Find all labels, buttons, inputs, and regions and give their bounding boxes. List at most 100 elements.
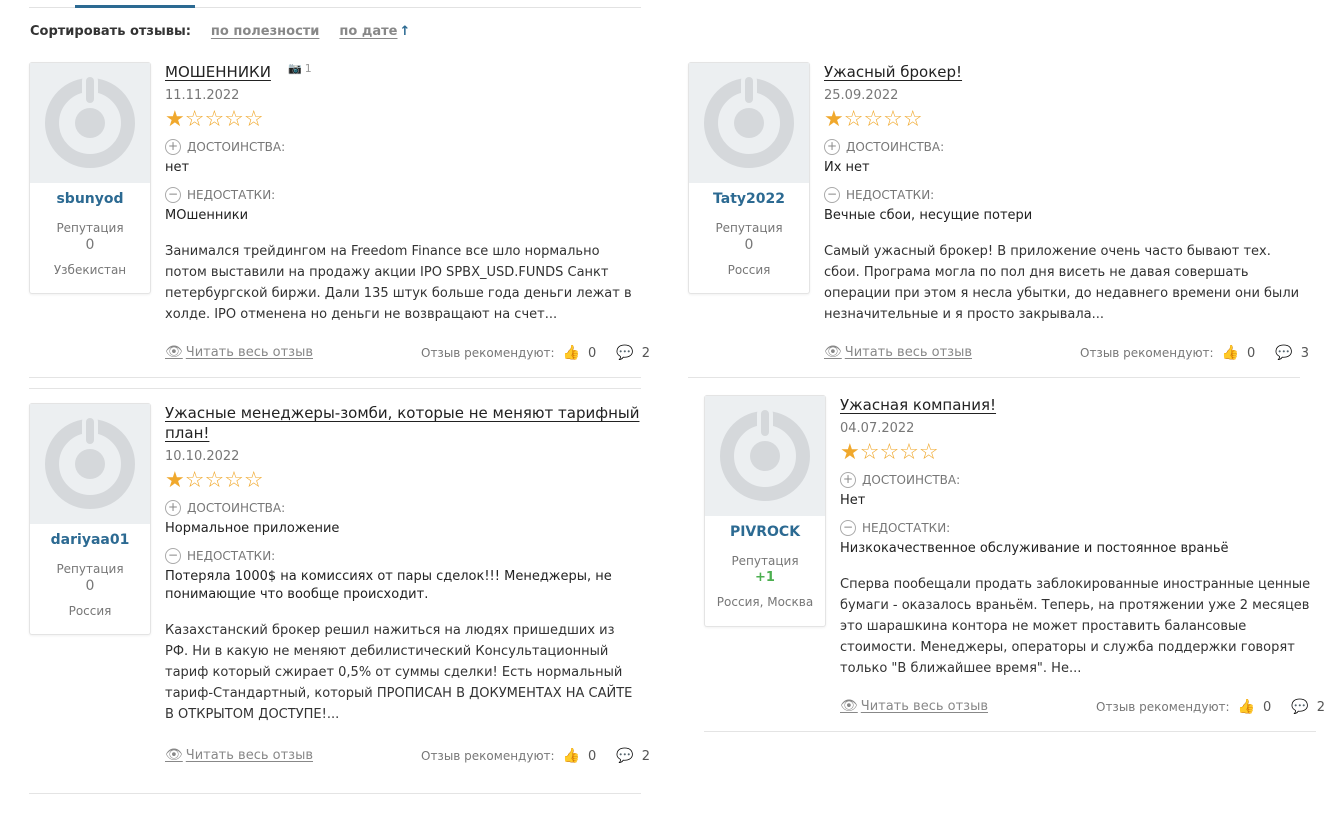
review-text: Сперва пообещали продать заблокированные…: [840, 577, 1311, 676]
star-rating: ★☆☆☆☆: [824, 107, 1300, 133]
cons-text: Потеряла 1000$ на комиссиях от пары сдел…: [165, 569, 612, 602]
avatar[interactable]: [705, 396, 825, 516]
pros-text: Нормальное приложение: [165, 521, 340, 536]
user-card: sbunyod Репутация 0 Узбекистан: [29, 62, 151, 294]
user-location: Узбекистан: [53, 263, 127, 277]
username-link[interactable]: PIVROCK: [705, 524, 825, 540]
pros-text: Нет: [840, 493, 866, 508]
sort-by-usefulness-link[interactable]: по полезности: [211, 24, 320, 39]
recommend-block: Отзыв рекомендуют: 👍 0 💬 2: [1096, 699, 1325, 715]
recommend-block: Отзыв рекомендуют: 👍 0 💬 3: [1080, 345, 1309, 361]
username-link[interactable]: Taty2022: [689, 191, 809, 207]
sort-label: Сортировать отзывы:: [30, 24, 191, 39]
username-link[interactable]: dariyaa01: [30, 532, 150, 548]
comments-count: 2: [641, 748, 651, 764]
comments-count: 2: [641, 345, 651, 361]
star-filled-icon: ★: [840, 440, 860, 465]
recommend-block: Отзыв рекомендуют: 👍 0 💬 2: [421, 345, 650, 361]
camera-icon: 📷: [288, 62, 302, 75]
star-empty-icon: ☆☆☆☆: [184, 468, 264, 493]
eye-icon: 👁: [840, 698, 858, 714]
thumbs-up-icon[interactable]: 👍: [563, 345, 580, 361]
eye-icon: 👁: [824, 344, 842, 360]
cons-label: − НЕДОСТАТКИ:: [824, 187, 1300, 203]
star-filled-icon: ★: [165, 107, 185, 132]
cons-label: − НЕДОСТАТКИ:: [165, 548, 641, 564]
star-filled-icon: ★: [824, 107, 844, 132]
plus-circle-icon: +: [824, 139, 840, 155]
review-divider: [29, 793, 641, 794]
likes-count: 0: [588, 748, 597, 764]
avatar[interactable]: [689, 63, 809, 183]
username-link[interactable]: sbunyod: [30, 191, 150, 207]
comment-icon[interactable]: 💬: [616, 345, 633, 361]
read-more-link[interactable]: 👁 Читать весь отзыв: [824, 344, 972, 360]
cons-label: − НЕДОСТАТКИ:: [840, 520, 1316, 536]
sort-by-date-label: по дате: [339, 24, 398, 39]
likes-count: 0: [1263, 699, 1272, 715]
review-body: Ужасный брокер! 25.09.2022 ★☆☆☆☆ + ДОСТОИ…: [824, 62, 1300, 325]
comment-icon[interactable]: 💬: [1291, 699, 1308, 715]
review-footer: 👁 Читать весь отзыв: [824, 344, 972, 360]
user-card: dariyaa01 Репутация 0 Россия: [29, 403, 151, 635]
review-footer: 👁 Читать весь отзыв: [840, 698, 988, 714]
review-date: 04.07.2022: [840, 421, 915, 436]
review-body: Ужасная компания! 04.07.2022 ★☆☆☆☆ + ДОСТ…: [840, 395, 1316, 679]
review-text: Казахстанский брокер решил нажиться на л…: [165, 623, 633, 722]
user-location: Россия: [68, 604, 112, 618]
user-card: PIVROCK Репутация +1 Россия, Москва: [704, 395, 826, 627]
review-date: 25.09.2022: [824, 88, 899, 103]
comments-count: 3: [1300, 345, 1310, 361]
photo-count[interactable]: 📷 1: [288, 62, 312, 75]
cons-text: Низкокачественное обслуживание и постоян…: [840, 541, 1229, 556]
review-title-link[interactable]: Ужасные менеджеры-зомби, которые не меня…: [165, 404, 639, 442]
sort-by-date-link[interactable]: по дате ↑: [339, 24, 410, 39]
recommend-label: Отзыв рекомендуют:: [421, 346, 555, 360]
recommend-block: Отзыв рекомендуют: 👍 0 💬 2: [421, 748, 650, 764]
pros-label: + ДОСТОИНСТВА:: [165, 139, 641, 155]
reputation-value: 0: [85, 578, 95, 594]
read-more-link[interactable]: 👁 Читать весь отзыв: [840, 698, 988, 714]
comment-icon[interactable]: 💬: [616, 748, 633, 764]
likes-count: 0: [588, 345, 597, 361]
review-divider: [688, 377, 1300, 378]
sort-bar: Сортировать отзывы: по полезности по дат…: [30, 24, 410, 39]
cons-label: − НЕДОСТАТКИ:: [165, 187, 641, 203]
thumbs-up-icon[interactable]: 👍: [563, 748, 580, 764]
pros-text: Их нет: [824, 160, 870, 175]
thumbs-up-icon[interactable]: 👍: [1222, 345, 1239, 361]
reputation-label: Репутация: [715, 221, 783, 235]
pros-label: + ДОСТОИНСТВА:: [824, 139, 1300, 155]
star-empty-icon: ☆☆☆☆: [843, 107, 923, 132]
reputation-label: Репутация: [731, 554, 799, 568]
avatar[interactable]: [30, 63, 150, 183]
pros-label: + ДОСТОИНСТВА:: [165, 500, 641, 516]
plus-circle-icon: +: [840, 472, 856, 488]
reputation-label: Репутация: [56, 562, 124, 576]
review-title-link[interactable]: Ужасная компания!: [840, 396, 996, 414]
minus-circle-icon: −: [824, 187, 840, 203]
star-empty-icon: ☆☆☆☆: [184, 107, 264, 132]
review-footer: 👁 Читать весь отзыв: [165, 747, 313, 763]
recommend-label: Отзыв рекомендуют:: [421, 749, 555, 763]
review-divider: [704, 731, 1316, 732]
user-location: Россия, Москва: [716, 595, 814, 609]
reputation-value: +1: [755, 570, 775, 585]
avatar[interactable]: [30, 404, 150, 524]
reputation-value: 0: [744, 237, 754, 253]
read-more-link[interactable]: 👁 Читать весь отзыв: [165, 747, 313, 763]
review-divider: [29, 388, 641, 389]
review-divider: [29, 377, 641, 378]
user-location: Россия: [727, 263, 771, 277]
review-title-link[interactable]: Ужасный брокер!: [824, 63, 962, 81]
cons-text: МОшенники: [165, 208, 249, 223]
review-title-link[interactable]: МОШЕННИКИ: [165, 63, 271, 81]
plus-circle-icon: +: [165, 139, 181, 155]
read-more-link[interactable]: 👁 Читать весь отзыв: [165, 344, 313, 360]
star-rating: ★☆☆☆☆: [840, 440, 1316, 466]
review-text: Самый ужасный брокер! В приложение очень…: [824, 244, 1300, 322]
thumbs-up-icon[interactable]: 👍: [1238, 699, 1255, 715]
review-footer: 👁 Читать весь отзыв: [165, 344, 313, 360]
minus-circle-icon: −: [840, 520, 856, 536]
comment-icon[interactable]: 💬: [1275, 345, 1292, 361]
